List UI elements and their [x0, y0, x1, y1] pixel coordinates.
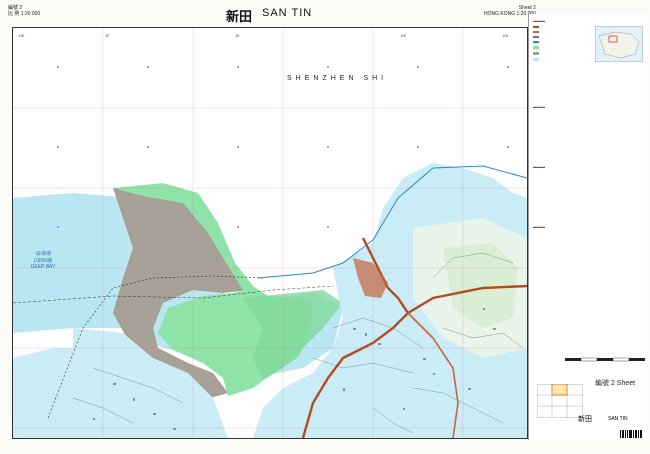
sheet-label: 編號 2 Sheet	[595, 380, 636, 387]
map-frame[interactable]: SHENZHEN SHI 后海灣 (深圳灣) DEEP BAY HE JF JK…	[12, 27, 528, 439]
locator-map	[595, 26, 643, 62]
legend-heading-1: ▬▬▬	[533, 18, 545, 23]
builtup-land-southwest	[13, 348, 73, 438]
scale-zh: 比 例 1:20 000	[8, 11, 41, 17]
barcode	[620, 430, 642, 438]
water-label-zh: 后海灣	[35, 251, 51, 257]
water-label-zh2: (深圳灣)	[33, 258, 53, 264]
map-title-zh: 新田	[226, 10, 253, 25]
water-label-en: DEEP BAY	[30, 264, 56, 270]
grid-label-3: KE	[401, 33, 407, 38]
footer-title-zh: 新田	[578, 415, 592, 423]
map-sheet: 編號 2 比 例 1:20 000 新田 SAN TIN Sheet 2 HON…	[0, 0, 650, 454]
legend-heading-2: ▬▬▬	[533, 104, 545, 109]
legend-heading-4: ▬▬▬	[533, 224, 545, 229]
sheet-index	[537, 384, 583, 418]
region-label-shenzhen: SHENZHEN SHI	[287, 75, 388, 82]
legend-swatch-road	[533, 31, 539, 33]
grid-label-1: JF	[105, 33, 110, 38]
grid-label-0: HE	[19, 33, 25, 38]
legend-swatch-mudflat	[533, 52, 539, 55]
legend-heading-3: ▬▬▬	[533, 164, 545, 169]
footer-title-en: SAN TIN	[608, 416, 628, 422]
legend-panel: ▬▬▬ ▬▬▬ ▬▬▬ ▬▬▬	[528, 14, 647, 440]
grid-label-2: JK	[235, 33, 240, 38]
legend-swatch-minor	[533, 36, 539, 38]
header-left: 編號 2 比 例 1:20 000	[8, 5, 40, 17]
map-title-en: SAN TIN	[262, 7, 313, 19]
legend-swatch-highway	[533, 26, 539, 28]
legend-swatch-wetland	[533, 46, 539, 49]
scale-bar	[565, 357, 645, 362]
grid-label-4: KK	[503, 33, 509, 38]
map-canvas[interactable]	[13, 28, 527, 438]
legend-swatch-water	[533, 58, 539, 61]
water-label: 后海灣 (深圳灣) DEEP BAY	[23, 250, 63, 270]
legend-swatch-river	[533, 41, 539, 43]
